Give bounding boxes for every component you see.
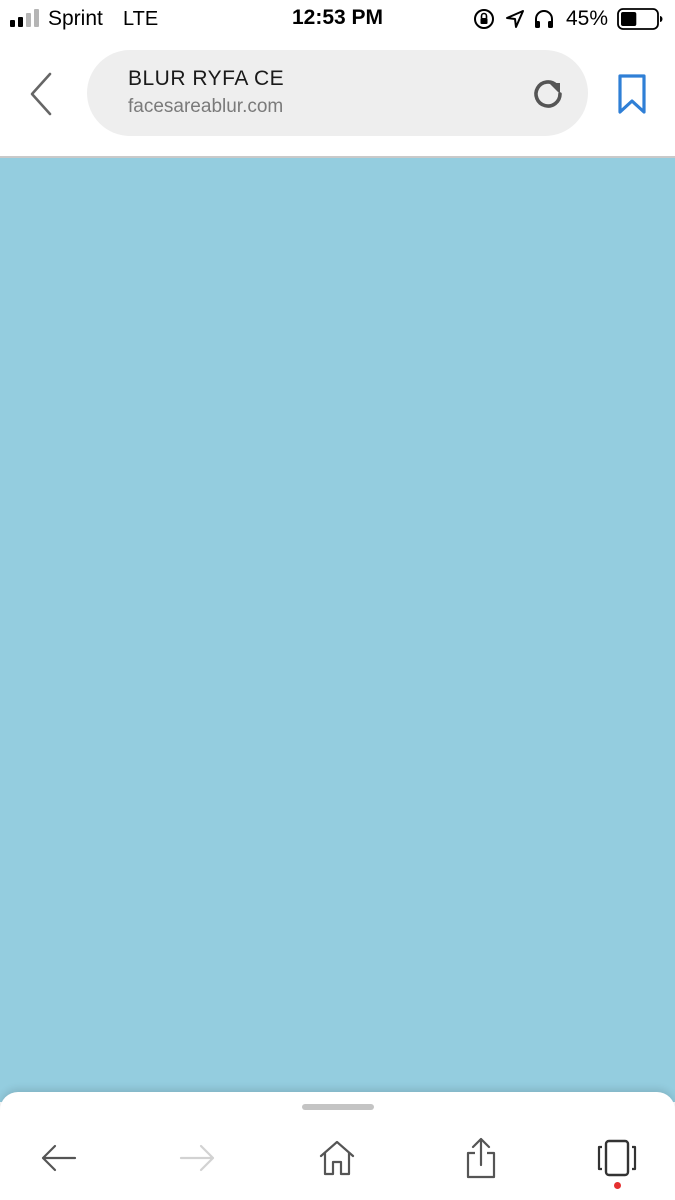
battery-icon — [617, 8, 663, 30]
reload-icon[interactable] — [528, 74, 568, 114]
battery-percentage: 45% — [566, 7, 609, 30]
browser-toolbar: BLUR RYFA CE facesareablur.com — [0, 38, 675, 157]
orientation-lock-icon — [474, 9, 494, 29]
web-content-area[interactable] — [0, 158, 675, 1102]
back-chevron-icon[interactable] — [20, 70, 64, 118]
bookmark-icon[interactable] — [612, 72, 652, 116]
sheet-grab-handle[interactable] — [302, 1104, 374, 1110]
address-bar[interactable]: BLUR RYFA CE facesareablur.com — [87, 50, 588, 136]
headphones-icon — [535, 10, 553, 28]
phone-screen: Sprint LTE 12:53 PM 45% BLUR RYFA CE fac… — [0, 0, 675, 1200]
page-title: BLUR RYFA CE — [128, 67, 285, 90]
tabs-notification-dot — [614, 1182, 621, 1189]
share-icon[interactable] — [459, 1136, 503, 1180]
arrow-left-icon[interactable] — [37, 1136, 81, 1180]
home-icon[interactable] — [315, 1136, 359, 1180]
bottom-nav-sheet — [0, 1092, 675, 1200]
arrow-right-icon — [179, 1144, 215, 1172]
location-arrow-icon — [506, 10, 524, 28]
tabs-icon[interactable] — [595, 1136, 639, 1180]
status-bar: Sprint LTE 12:53 PM 45% — [0, 0, 675, 38]
page-url: facesareablur.com — [128, 96, 284, 117]
